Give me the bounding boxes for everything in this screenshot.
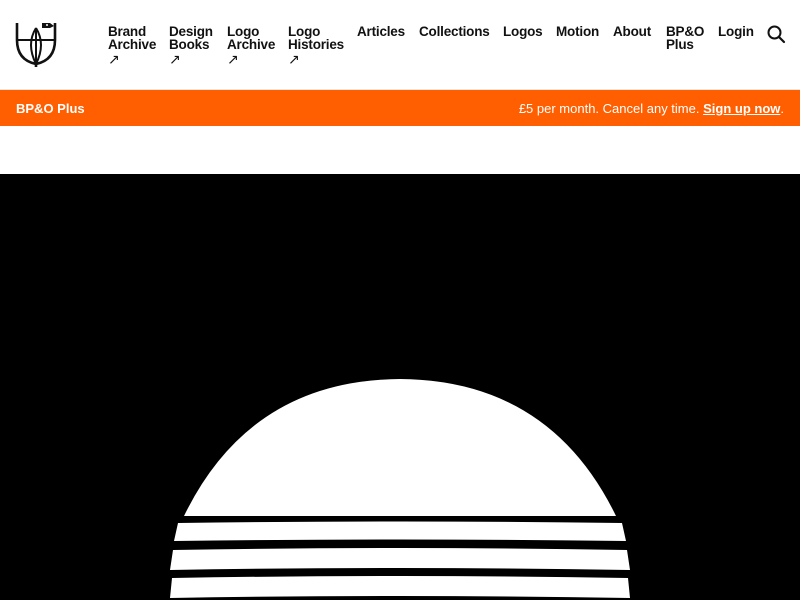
nav-login[interactable]: Login [718,24,754,39]
nav-label: Logos [503,24,543,39]
banner-title[interactable]: BP&O Plus [16,101,85,116]
nav-label: Login [718,24,754,39]
external-arrow-icon: ↗ [169,51,181,67]
signup-link[interactable]: Sign up now [703,101,780,116]
nav-label: About [613,24,651,39]
nav-logo-archive[interactable]: Logo Archive ↗ [227,25,275,66]
nav-label: Collections [419,24,490,39]
site-header: Brand Archive ↗ Design Books ↗ Logo Arch… [0,0,800,90]
external-arrow-icon: ↗ [108,51,120,67]
hero-image [0,174,800,600]
nav-brand-archive[interactable]: Brand Archive ↗ [108,25,156,66]
nav-label: Archive [227,37,276,52]
banner-text: £5 per month. Cancel any time. [518,101,700,116]
nav-about[interactable]: About [613,24,651,39]
nav-bpo-plus[interactable]: BP&O Plus [666,25,704,52]
nav-label: Articles [357,24,405,39]
logo-icon[interactable] [14,20,58,68]
nav-label: Plus [666,37,694,52]
search-icon[interactable] [766,24,786,44]
nav-articles[interactable]: Articles [357,24,405,39]
nav-motion[interactable]: Motion [556,24,600,39]
external-arrow-icon: ↗ [288,51,300,67]
nav-logo-histories[interactable]: Logo Histories ↗ [288,25,344,66]
nav-label: Motion [556,24,600,39]
banner-offer: £5 per month. Cancel any time. Sign up n… [519,101,784,116]
nav-label: Archive [108,37,157,52]
nav-collections[interactable]: Collections [419,24,490,39]
banner-trailing: . [780,101,784,116]
external-arrow-icon: ↗ [227,51,239,67]
plus-banner: BP&O Plus £5 per month. Cancel any time.… [0,90,800,126]
sunset-logo-graphic [170,379,630,598]
nav-logos[interactable]: Logos [503,24,543,39]
nav-label: Histories [288,37,344,52]
nav-design-books[interactable]: Design Books ↗ [169,25,213,66]
nav-label: Books [169,37,210,52]
